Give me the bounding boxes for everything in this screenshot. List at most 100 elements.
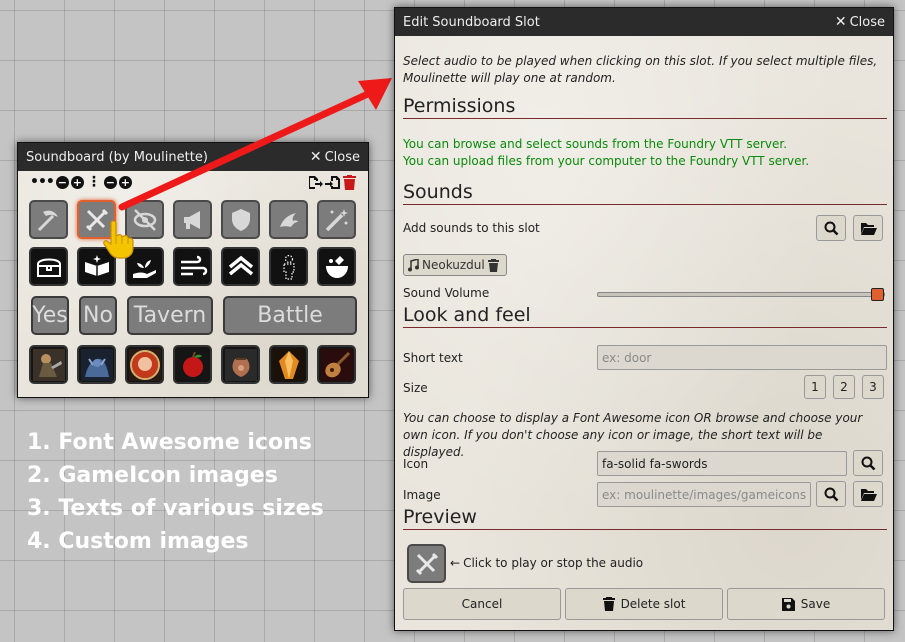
- feature-caption: 1. Font Awesome icons 2. GameIcon images…: [27, 426, 324, 558]
- search-icon: [861, 456, 875, 470]
- soundboard-toolbar: ••• − + ⋮ − +: [18, 171, 368, 193]
- cancel-button[interactable]: Cancel: [403, 588, 561, 620]
- icon-label: Icon: [403, 457, 429, 471]
- lute-image: [320, 348, 353, 381]
- slot-image-lute[interactable]: [317, 345, 356, 384]
- slot-rank-chevrons[interactable]: [221, 247, 260, 286]
- preview-hint: ← Click to play or stop the audio: [450, 556, 643, 570]
- remove-row-button[interactable]: −: [103, 175, 117, 189]
- add-column-button[interactable]: +: [70, 175, 84, 189]
- size-1-button[interactable]: 1: [804, 375, 826, 399]
- slot-image-redhead[interactable]: [125, 345, 164, 384]
- slot-image-gem[interactable]: [269, 345, 308, 384]
- size-2-button[interactable]: 2: [833, 375, 855, 399]
- wind-icon: [180, 255, 207, 275]
- export-icon[interactable]: [307, 175, 323, 190]
- slot-text-battle[interactable]: Battle: [223, 296, 357, 335]
- browse-sounds-button[interactable]: [853, 215, 883, 241]
- slot-text-no[interactable]: No: [79, 296, 117, 335]
- folder-open-icon: [860, 223, 877, 235]
- arrow-left-icon: ←: [450, 556, 461, 570]
- save-label: Save: [800, 597, 831, 611]
- rows-icon: ⋮: [86, 174, 101, 190]
- sound-volume-label: Sound Volume: [403, 286, 490, 300]
- slot-magic-wand[interactable]: [317, 200, 356, 239]
- image-input[interactable]: [597, 482, 811, 507]
- slot-wind[interactable]: [173, 247, 212, 286]
- folder-open-icon: [860, 489, 877, 501]
- pointer-hand-icon: [103, 220, 134, 259]
- remove-sound-trash-icon[interactable]: [487, 258, 499, 272]
- save-button[interactable]: Save: [727, 588, 885, 620]
- soundboard-header: Soundboard (by Moulinette) ✕ Close: [18, 143, 368, 171]
- add-sounds-label: Add sounds to this slot: [403, 221, 540, 235]
- soundboard-window: Soundboard (by Moulinette) ✕ Close ••• −…: [17, 142, 369, 398]
- chevrons-up-icon: [228, 255, 253, 275]
- volume-slider-thumb[interactable]: [871, 288, 884, 301]
- slot-image-pouch[interactable]: [221, 345, 260, 384]
- search-image-button[interactable]: [816, 481, 846, 507]
- dwarf-image: [32, 348, 65, 381]
- slot-image-apple[interactable]: [173, 345, 212, 384]
- caption-line-1: 1. Font Awesome icons: [27, 430, 312, 455]
- permission-upload-text: You can upload files from your computer …: [403, 154, 810, 168]
- slot-dragon[interactable]: [269, 200, 308, 239]
- preview-slot-button[interactable]: [407, 544, 446, 583]
- delete-slot-button[interactable]: Delete slot: [565, 588, 723, 620]
- browse-image-button[interactable]: [853, 481, 883, 507]
- icon-input[interactable]: [597, 451, 847, 476]
- delete-slot-label: Delete slot: [620, 597, 686, 611]
- permission-browse-text: You can browse and select sounds from th…: [403, 137, 788, 151]
- caption-line-3: 3. Texts of various sizes: [27, 496, 324, 521]
- short-text-input[interactable]: [597, 345, 887, 370]
- slot-text-yes[interactable]: Yes: [31, 296, 69, 335]
- dragon-icon: [279, 212, 298, 227]
- slot-shield[interactable]: [221, 200, 260, 239]
- sound-chip-label: Neokuzdul: [422, 258, 485, 272]
- columns-icon: •••: [30, 174, 55, 190]
- magic-wand-icon: [325, 208, 348, 231]
- music-note-icon: [408, 258, 419, 271]
- swords-icon: [415, 552, 438, 575]
- slot-megaphone[interactable]: [173, 200, 212, 239]
- sound-chip: Neokuzdul: [403, 254, 507, 276]
- soundboard-title: Soundboard (by Moulinette): [26, 149, 208, 165]
- short-text-label: Short text: [403, 351, 463, 365]
- import-icon[interactable]: [325, 175, 341, 190]
- pouch-image: [224, 348, 257, 381]
- apple-image: [176, 348, 209, 381]
- close-icon: ✕: [309, 149, 322, 165]
- add-row-button[interactable]: +: [118, 175, 132, 189]
- search-sounds-button[interactable]: [816, 215, 846, 241]
- shield-icon: [231, 208, 250, 231]
- permissions-heading: Permissions: [403, 95, 887, 119]
- search-icon-button[interactable]: [853, 450, 883, 476]
- slot-ghost-figure[interactable]: [269, 247, 308, 286]
- search-icon: [824, 487, 838, 501]
- slot-image-creature[interactable]: [77, 345, 116, 384]
- pickaxe-icon: [37, 210, 58, 231]
- edit-slot-dialog: Edit Soundboard Slot ✕ Close Select audi…: [394, 7, 894, 631]
- size-3-button[interactable]: 3: [862, 375, 884, 399]
- soundboard-close-button[interactable]: ✕ Close: [310, 149, 360, 165]
- slot-treasure-chest[interactable]: [29, 247, 68, 286]
- slot-potion[interactable]: [317, 247, 356, 286]
- size-label: Size: [403, 381, 428, 395]
- preview-hint-text: Click to play or stop the audio: [463, 556, 644, 570]
- slot-image-dwarf[interactable]: [29, 345, 68, 384]
- sound-volume-slider[interactable]: [597, 288, 885, 301]
- trash-icon: [602, 597, 615, 611]
- slot-pickaxe[interactable]: [29, 200, 68, 239]
- slot-text-tavern[interactable]: Tavern: [127, 296, 213, 335]
- look-and-feel-heading: Look and feel: [403, 304, 887, 328]
- search-icon: [824, 221, 838, 235]
- caption-line-2: 2. GameIcon images: [27, 463, 278, 488]
- potion-icon: [325, 255, 348, 278]
- dialog-intro: Select audio to be played when clicking …: [403, 54, 878, 85]
- floppy-disk-icon: [781, 597, 795, 611]
- image-label: Image: [403, 488, 441, 502]
- trash-icon[interactable]: [343, 174, 356, 190]
- remove-column-button[interactable]: −: [55, 175, 69, 189]
- creature-image: [80, 348, 113, 381]
- redhead-portrait-image: [128, 348, 161, 381]
